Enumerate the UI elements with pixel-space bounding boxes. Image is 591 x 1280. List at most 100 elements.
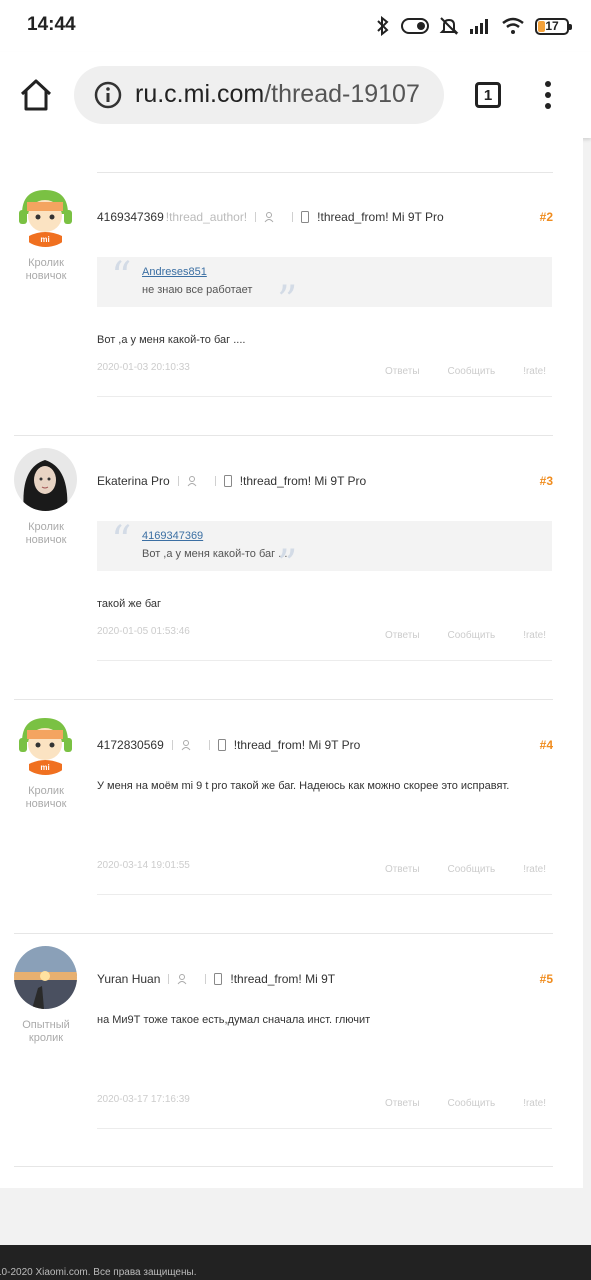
floor-number[interactable]: #3: [540, 474, 553, 488]
user-icon: [187, 476, 197, 487]
home-icon[interactable]: [18, 78, 54, 112]
site-footer: 10-2020 Xiaomi.com. Все права защищены.: [0, 1245, 591, 1280]
status-time: 14:44: [27, 14, 76, 35]
report-button[interactable]: Сообщить: [448, 366, 496, 377]
rate-button[interactable]: !rate!: [523, 366, 546, 377]
separator: [214, 476, 216, 486]
user-rank: Кролик новичок: [25, 521, 67, 546]
url-text[interactable]: ru.c.mi.com/thread-19107: [135, 80, 420, 109]
url-host: ru.c.mi.com: [135, 80, 265, 108]
rate-button[interactable]: !rate!: [523, 1098, 546, 1109]
username[interactable]: Ekaterina Pro: [97, 474, 170, 488]
post-body: У меня на моём mi 9 t pro такой же баг. …: [97, 780, 510, 792]
post-date: 2020-01-03 20:10:33: [97, 362, 190, 373]
post-divider: [14, 699, 553, 700]
post-4: mi Кролик новичок 4172830569 !thread_fro…: [0, 702, 583, 964]
reply-button[interactable]: Ответы: [385, 630, 420, 641]
post-header: 4169347369 !thread_author! !thread_from!…: [97, 210, 553, 224]
avatar[interactable]: mi: [14, 712, 77, 775]
divider: [97, 1128, 552, 1129]
post-actions: Ответы Сообщить !rate!: [385, 630, 546, 641]
quote-close-icon: ”: [277, 542, 298, 588]
post-actions: Ответы Сообщить !rate!: [385, 366, 546, 377]
wifi-icon: [502, 17, 524, 34]
divider: [97, 396, 552, 397]
post-2: mi Кролик новичок 4169347369 !thread_aut…: [0, 174, 583, 436]
battery-icon: 17: [535, 17, 572, 35]
username[interactable]: Yuran Huan: [97, 972, 160, 986]
device-from: !thread_from! Mi 9T: [230, 972, 336, 986]
more-menu-icon[interactable]: [541, 80, 555, 110]
post-date: 2020-03-17 17:16:39: [97, 1094, 190, 1105]
post-actions: Ответы Сообщить !rate!: [385, 864, 546, 875]
divider: [97, 894, 552, 895]
author-tag: !thread_author!: [165, 210, 248, 224]
battery-level: 17: [545, 19, 559, 33]
bluetooth-icon: [377, 16, 389, 36]
post-actions: Ответы Сообщить !rate!: [385, 1098, 546, 1109]
signal-icon: [470, 19, 488, 34]
quote-block: “ 4169347369 Вот ,а у меня какой-то баг …: [97, 518, 552, 585]
quote-author-link[interactable]: 4169347369: [142, 530, 203, 542]
floor-number[interactable]: #4: [540, 738, 553, 752]
post-header: 4172830569 !thread_from! Mi 9T Pro: [97, 738, 553, 752]
quote-open-icon: “: [111, 518, 132, 564]
separator: [168, 974, 170, 984]
copyright-text: 10-2020 Xiaomi.com. Все права защищены.: [0, 1267, 197, 1278]
toggle-icon: [401, 18, 429, 34]
device-from: !thread_from! Mi 9T Pro: [233, 738, 361, 752]
post-divider: [14, 933, 553, 934]
rate-button[interactable]: !rate!: [523, 864, 546, 875]
post-date: 2020-01-05 01:53:46: [97, 626, 190, 637]
user-rank: Опытный кролик: [22, 1019, 70, 1044]
floor-number[interactable]: #2: [540, 210, 553, 224]
svg-text:mi: mi: [40, 763, 49, 772]
address-bar[interactable]: ru.c.mi.com/thread-19107: [74, 66, 444, 124]
post-3: Кролик новичок Ekaterina Pro !thread_fro…: [0, 438, 583, 700]
quote-text: Вот ,а у меня какой-то баг ....: [142, 548, 291, 560]
reply-button[interactable]: Ответы: [385, 366, 420, 377]
reply-button[interactable]: Ответы: [385, 1098, 420, 1109]
phone-icon: [217, 739, 226, 751]
quote-close-icon: ”: [277, 278, 298, 324]
quote-open-icon: “: [111, 254, 132, 300]
username[interactable]: 4169347369: [97, 210, 164, 224]
post-divider: [14, 435, 553, 436]
post-5: Опытный кролик Yuran Huan !thread_from! …: [0, 936, 583, 1198]
report-button[interactable]: Сообщить: [448, 630, 496, 641]
report-button[interactable]: Сообщить: [448, 1098, 496, 1109]
post-body: на Ми9Т тоже такое есть,думал сначала ин…: [97, 1014, 371, 1026]
bell-off-icon: [439, 17, 459, 35]
site-info-icon[interactable]: [94, 81, 122, 109]
tab-switcher-button[interactable]: 1: [475, 82, 501, 108]
post-body: такой же баг: [97, 598, 161, 610]
separator: [177, 476, 179, 486]
separator: [255, 212, 257, 222]
avatar[interactable]: mi: [14, 184, 77, 247]
status-icons: 17: [375, 14, 572, 38]
device-from: !thread_from! Mi 9T Pro: [317, 210, 444, 224]
floor-number[interactable]: #5: [540, 972, 553, 986]
avatar[interactable]: [14, 448, 77, 511]
url-path: /thread-19107: [264, 80, 420, 108]
status-bar: 14:44 17: [0, 0, 591, 52]
quote-author-link[interactable]: Andreses851: [142, 266, 207, 278]
post-divider: [14, 1166, 553, 1167]
avatar[interactable]: [14, 946, 77, 1009]
user-icon: [264, 212, 274, 223]
separator: [292, 212, 294, 222]
reply-button[interactable]: Ответы: [385, 864, 420, 875]
post-header: Yuran Huan !thread_from! Mi 9T: [97, 972, 553, 986]
user-icon: [181, 740, 191, 751]
svg-text:mi: mi: [40, 235, 49, 244]
user-icon: [178, 974, 187, 985]
rate-button[interactable]: !rate!: [523, 630, 546, 641]
divider: [97, 660, 552, 661]
user-rank: Кролик новичок: [25, 785, 67, 810]
username[interactable]: 4172830569: [97, 738, 164, 752]
report-button[interactable]: Сообщить: [448, 864, 496, 875]
phone-icon: [223, 475, 232, 487]
separator: [205, 974, 207, 984]
thread-content: mi Кролик новичок 4169347369 !thread_aut…: [0, 138, 583, 1188]
quote-text: не знаю все работает: [142, 284, 253, 296]
